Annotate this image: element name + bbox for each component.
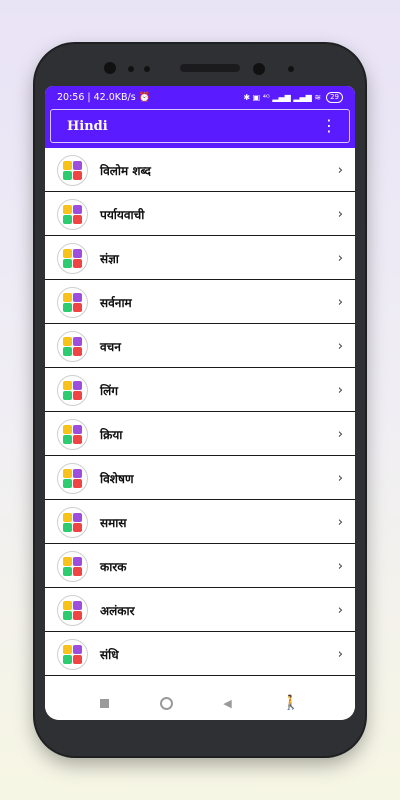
- front-camera: [104, 62, 116, 74]
- list-item[interactable]: समास ›: [45, 501, 355, 544]
- chevron-right-icon: ›: [337, 514, 343, 530]
- list-item-label: संज्ञा: [100, 251, 119, 266]
- list-item-label: विलोम शब्द: [100, 163, 151, 178]
- hindi-app-logo-icon: [57, 550, 88, 582]
- screen: 20:56 | 42.0KB/s ⏰ ✱ ▣ ⁴ᴳ ▂▄▆ ▂▄▆ ≋ 29 H…: [45, 86, 355, 720]
- status-icons: ✱ ▣ ⁴ᴳ ▂▄▆ ▂▄▆ ≋: [243, 92, 322, 102]
- list-item-label: वचन: [100, 339, 121, 354]
- list-item[interactable]: विलोम शब्द ›: [45, 149, 355, 192]
- chevron-right-icon: ›: [337, 338, 343, 354]
- list-item[interactable]: पर्यायवाची ›: [45, 193, 355, 236]
- list-item-label: पर्यायवाची: [100, 207, 145, 222]
- chevron-right-icon: ›: [337, 294, 343, 310]
- hindi-app-logo-icon: [57, 594, 88, 626]
- list-item-label: संधि: [100, 647, 119, 662]
- hindi-app-logo-icon: [57, 506, 88, 538]
- hindi-app-logo-icon: [57, 154, 88, 186]
- list-item[interactable]: सर्वनाम ›: [45, 281, 355, 324]
- chevron-right-icon: ›: [337, 646, 343, 662]
- list-item[interactable]: अलंकार ›: [45, 589, 355, 632]
- battery-icon: 29: [326, 91, 343, 103]
- back-icon[interactable]: ◀: [223, 697, 231, 710]
- topic-list: विलोम शब्द › पर्यायवाची › संज्ञा › सर्वनाम › वचन…: [45, 148, 355, 676]
- list-item-label: विशेषण: [100, 471, 134, 486]
- sensor-dot: [288, 66, 294, 72]
- chevron-right-icon: ›: [337, 558, 343, 574]
- hindi-app-logo-icon: [57, 330, 88, 362]
- home-icon[interactable]: [159, 696, 173, 710]
- list-item[interactable]: वचन ›: [45, 325, 355, 368]
- sensor-dot: [128, 66, 134, 72]
- front-camera-2: [253, 63, 265, 75]
- more-options-icon[interactable]: ⋮: [321, 118, 337, 134]
- list-item-label: क्रिया: [100, 427, 123, 442]
- chevron-right-icon: ›: [337, 470, 343, 486]
- chevron-right-icon: ›: [337, 250, 343, 266]
- hindi-app-logo-icon: [57, 462, 88, 494]
- status-bar: 20:56 | 42.0KB/s ⏰ ✱ ▣ ⁴ᴳ ▂▄▆ ▂▄▆ ≋ 29: [45, 86, 355, 108]
- list-item[interactable]: संधि ›: [45, 633, 355, 676]
- app-title: Hindi: [67, 118, 108, 134]
- list-item[interactable]: संज्ञा ›: [45, 237, 355, 280]
- list-item-label: अलंकार: [100, 603, 135, 618]
- list-item[interactable]: क्रिया ›: [45, 413, 355, 456]
- list-item[interactable]: लिंग ›: [45, 369, 355, 412]
- list-item[interactable]: विशेषण ›: [45, 457, 355, 500]
- sensor-dot: [144, 66, 150, 72]
- chevron-right-icon: ›: [337, 206, 343, 222]
- list-item-label: कारक: [100, 559, 127, 574]
- hindi-app-logo-icon: [57, 418, 88, 450]
- recents-icon[interactable]: [100, 698, 110, 708]
- hindi-app-logo-icon: [57, 286, 88, 318]
- status-time: 20:56 | 42.0KB/s: [57, 91, 136, 103]
- list-item-label: सर्वनाम: [100, 295, 132, 310]
- hindi-app-logo-icon: [57, 374, 88, 406]
- list-item-label: लिंग: [100, 383, 119, 398]
- alarm-icon: ⏰: [138, 91, 151, 103]
- system-nav-bar: ◀ 🚶: [45, 686, 355, 720]
- chevron-right-icon: ›: [337, 426, 343, 442]
- hindi-app-logo-icon: [57, 198, 88, 230]
- hindi-app-logo-icon: [57, 638, 88, 670]
- chevron-right-icon: ›: [337, 602, 343, 618]
- chevron-right-icon: ›: [337, 162, 343, 178]
- app-bar: Hindi ⋮: [50, 109, 350, 143]
- chevron-right-icon: ›: [337, 382, 343, 398]
- list-item-label: समास: [100, 515, 127, 530]
- accessibility-icon[interactable]: 🚶: [282, 695, 299, 711]
- earpiece-speaker: [180, 64, 240, 72]
- hindi-app-logo-icon: [57, 242, 88, 274]
- list-item[interactable]: कारक ›: [45, 545, 355, 588]
